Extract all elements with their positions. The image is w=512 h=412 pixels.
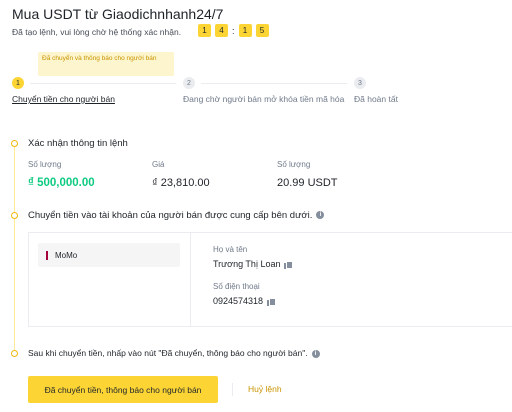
button-divider xyxy=(232,383,233,396)
transfer-title: Chuyển tiền vào tài khoản của người bán … xyxy=(28,210,325,221)
step-1-indicator: 1 xyxy=(12,77,24,89)
timer-digit: 1 xyxy=(198,24,211,37)
confirm-title-text: Sau khi chuyển tiền, nhấp vào nút "Đã ch… xyxy=(28,348,308,358)
price-label: Giá xyxy=(152,160,165,169)
name-value: Trương Thị Loan xyxy=(213,259,281,269)
amount-label: Số lượng xyxy=(28,160,62,169)
order-info-title: Xác nhận thông tin lệnh xyxy=(28,138,128,149)
step-2-indicator: 2 xyxy=(183,77,195,89)
step-3-label: Đã hoàn tất xyxy=(354,94,398,104)
phone-label: Số điện thoại xyxy=(213,282,260,291)
cancel-order-link[interactable]: Huỷ lệnh xyxy=(248,384,282,394)
payment-method-label: MoMo xyxy=(55,250,78,260)
status-message: Đã tạo lệnh, vui lòng chờ hệ thống xác n… xyxy=(12,27,182,37)
phone-value: 0924574318 xyxy=(213,296,264,306)
quantity-value: 20.99 USDT xyxy=(277,177,338,189)
momo-color-bar xyxy=(46,250,48,260)
name-value-row: Trương Thị Loan xyxy=(213,259,294,269)
timer-digit: 1 xyxy=(238,24,252,37)
step-tooltip: Đã chuyển và thông báo cho người bán xyxy=(38,52,174,76)
confirm-title: Sau khi chuyển tiền, nhấp vào nút "Đã ch… xyxy=(28,348,320,358)
timeline-dot xyxy=(11,350,18,357)
timer-digit: 4 xyxy=(215,24,228,37)
step-3-indicator: 3 xyxy=(354,77,366,89)
countdown-timer: 1 4 : 1 5 xyxy=(198,24,273,37)
step-1-label[interactable]: Chuyển tiền cho người bán xyxy=(12,94,115,104)
timeline-dot xyxy=(11,212,18,219)
info-icon[interactable]: i xyxy=(311,349,320,358)
payment-method-momo[interactable]: MoMo xyxy=(38,243,180,267)
step-connector xyxy=(201,83,347,84)
info-icon[interactable]: i xyxy=(316,211,325,220)
timer-digit: 5 xyxy=(255,24,269,37)
page-title: Mua USDT từ Giaodichnhanh24/7 xyxy=(12,6,224,22)
copy-icon[interactable] xyxy=(267,297,277,306)
quantity-label: Số lượng xyxy=(277,160,311,169)
price-value: ₫ 23,810.00 xyxy=(152,177,210,189)
phone-value-row: 0924574318 xyxy=(213,296,277,306)
transferred-notify-button[interactable]: Đã chuyển tiền, thông báo cho người bán xyxy=(28,376,218,403)
step-connector xyxy=(30,83,176,84)
name-label: Họ và tên xyxy=(213,245,248,254)
amount-value: ₫ 500,000.00 xyxy=(28,177,95,189)
timeline-dot xyxy=(11,140,18,147)
panel-divider xyxy=(190,232,191,327)
transfer-title-text: Chuyển tiền vào tài khoản của người bán … xyxy=(28,210,313,221)
step-2-label: Đang chờ người bán mở khóa tiền mã hóa xyxy=(183,94,345,104)
timeline-line xyxy=(14,144,15,354)
copy-icon[interactable] xyxy=(284,260,294,269)
timer-separator: : xyxy=(232,25,235,36)
